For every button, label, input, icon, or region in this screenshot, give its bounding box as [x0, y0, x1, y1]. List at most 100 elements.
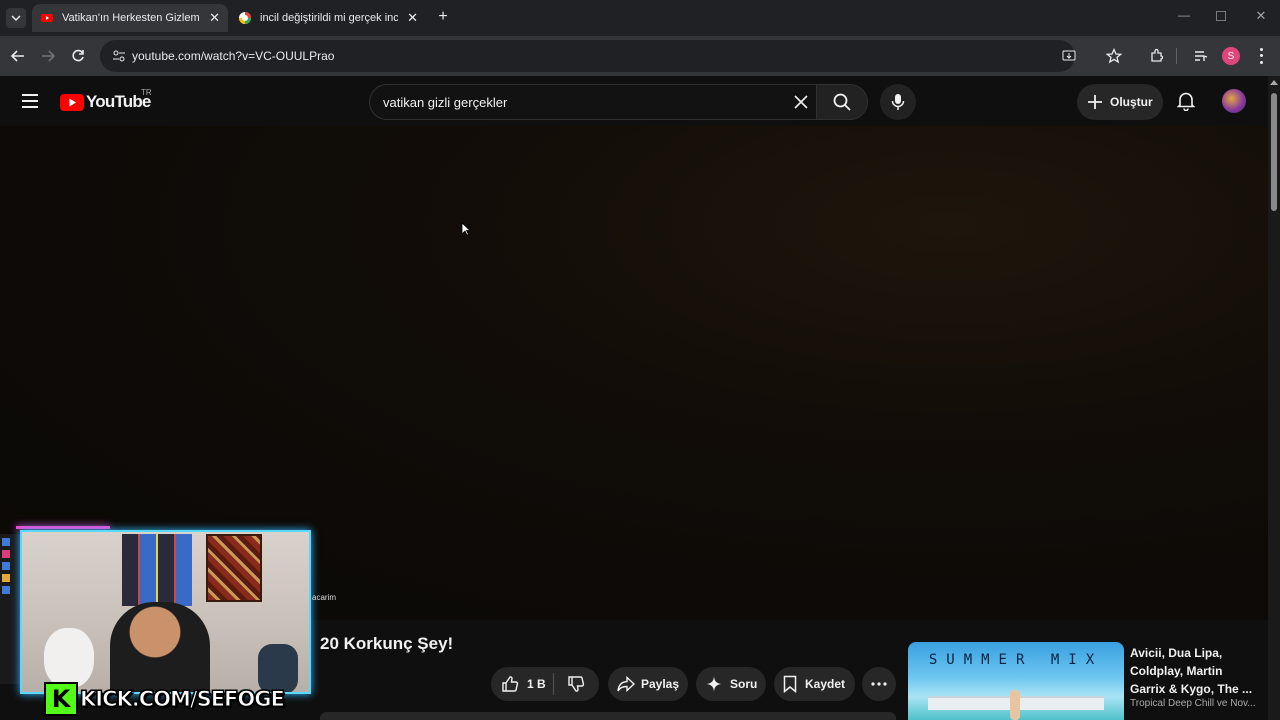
region-code: TR — [141, 88, 152, 97]
back-button[interactable] — [8, 46, 28, 66]
arrow-right-icon — [42, 50, 55, 62]
recommendation-thumbnail[interactable]: SUMMER MIX — [908, 642, 1124, 720]
kick-logo-icon: K — [44, 682, 78, 716]
url-text: youtube.com/watch?v=VC-OUULPrao — [132, 49, 335, 63]
description-box-edge — [320, 712, 896, 720]
recommendation-channel[interactable]: Tropical Deep Chill ve Nov... — [1130, 698, 1260, 709]
microphone-icon — [891, 94, 905, 110]
video-title-text: 20 Korkunç Şey! — [320, 634, 454, 653]
webcam-overlay — [20, 530, 311, 694]
account-avatar[interactable] — [1222, 89, 1246, 113]
tab-title: Vatikan'ın Herkesten Gizlemeye — [62, 12, 200, 24]
search-input[interactable]: vatikan gizli gerçekler — [369, 84, 817, 120]
close-tab-icon[interactable]: ✕ — [209, 10, 220, 26]
browser-tab-bar: Vatikan'ın Herkesten Gizlemeye ✕ incil d… — [0, 0, 1280, 36]
profile-avatar[interactable]: S — [1222, 47, 1240, 65]
more-horizontal-icon — [871, 682, 887, 686]
clear-search-icon[interactable] — [794, 95, 808, 109]
extensions-icon[interactable] — [1149, 48, 1165, 64]
stream-chat-strip — [0, 534, 20, 684]
ask-label: Soru — [730, 677, 758, 691]
hamburger-menu-button[interactable] — [22, 94, 38, 108]
tab-youtube[interactable]: Vatikan'ın Herkesten Gizlemeye ✕ — [32, 4, 228, 32]
streamer-person — [110, 602, 210, 692]
google-favicon-icon — [239, 12, 251, 24]
recommendation-item[interactable]: SUMMER MIX Avicii, Dua Lipa, Coldplay, M… — [908, 642, 1264, 720]
new-tab-button[interactable]: + — [434, 8, 452, 26]
site-info-icon[interactable] — [112, 49, 126, 63]
youtube-favicon-icon — [41, 14, 53, 22]
sparkle-icon — [706, 676, 722, 692]
like-dislike-group: 1 B — [491, 667, 599, 701]
browser-toolbar: youtube.com/watch?v=VC-OUULPrao S — [0, 36, 1280, 76]
mouse-cursor-icon — [461, 222, 471, 236]
like-button[interactable]: 1 B — [491, 675, 553, 693]
menu-dot — [1259, 47, 1263, 51]
close-window-button[interactable]: ✕ — [1253, 8, 1269, 24]
youtube-play-icon — [60, 93, 84, 111]
wall-posters — [122, 534, 192, 606]
notifications-bell-icon[interactable] — [1177, 91, 1195, 111]
ask-button[interactable]: Soru — [696, 667, 766, 701]
save-button[interactable]: Kaydet — [774, 667, 855, 701]
chat-badge — [2, 562, 10, 570]
search-icon — [833, 93, 851, 111]
create-label: Oluştur — [1110, 95, 1153, 109]
hamburger-line — [22, 94, 38, 96]
close-tab-icon[interactable]: ✕ — [407, 10, 418, 26]
youtube-logo[interactable]: YouTube TR — [60, 88, 152, 113]
tab-search-button[interactable] — [6, 8, 26, 28]
tab-google[interactable]: incil değiştirildi mi gerçek incil ✕ — [230, 4, 426, 32]
kick-banner: K KICK.COM/SEFOGE — [44, 682, 286, 716]
share-label: Paylaş — [641, 677, 680, 691]
chat-badge — [2, 586, 10, 594]
tab-title: incil değiştirildi mi gerçek incil — [260, 12, 398, 24]
save-label: Kaydet — [805, 677, 846, 691]
hamburger-line — [22, 106, 38, 108]
thumbs-down-icon — [568, 676, 585, 692]
scrollbar-thumb[interactable] — [1271, 93, 1277, 211]
reload-icon — [72, 49, 84, 62]
like-count: 1 B — [527, 677, 546, 691]
reload-button[interactable] — [68, 46, 88, 66]
arrow-left-icon — [11, 50, 24, 62]
bookmark-star-icon[interactable] — [1106, 48, 1122, 64]
bookmark-icon — [783, 675, 797, 693]
toolbar-divider — [1176, 48, 1177, 64]
scroll-up-arrow[interactable] — [1270, 80, 1278, 85]
voice-search-button[interactable] — [880, 84, 916, 120]
page-scrollbar[interactable] — [1268, 76, 1280, 720]
thumbs-up-icon — [502, 676, 519, 692]
plus-icon — [1088, 95, 1102, 109]
restore-button[interactable] — [1216, 11, 1226, 21]
webcam-glow-frame — [16, 526, 110, 529]
dislike-button[interactable] — [554, 675, 598, 693]
menu-dot — [1259, 54, 1263, 58]
teddy-bear — [44, 628, 94, 688]
forward-button[interactable] — [38, 46, 58, 66]
chat-fragment: acarim — [312, 593, 337, 602]
kick-url: KICK.COM/SEFOGE — [80, 687, 286, 712]
thumbnail-text: SUMMER MIX — [928, 652, 1104, 668]
chat-badge — [2, 538, 10, 546]
create-button[interactable]: Oluştur — [1077, 84, 1163, 120]
profile-initial: S — [1227, 50, 1235, 62]
menu-dot — [1259, 61, 1263, 65]
more-actions-button[interactable] — [862, 667, 896, 701]
install-app-icon[interactable] — [1061, 48, 1077, 64]
video-title: 20 Korkunç Şey! — [320, 634, 453, 654]
recommendation-title[interactable]: Avicii, Dua Lipa, Coldplay, Martin Garri… — [1130, 644, 1258, 698]
address-bar[interactable]: youtube.com/watch?v=VC-OUULPrao — [100, 40, 1077, 72]
youtube-masthead: YouTube TR vatikan gizli gerçekler Oluşt… — [0, 76, 1268, 126]
media-queue-icon[interactable] — [1193, 48, 1209, 64]
minimize-button[interactable]: — — [1176, 8, 1192, 24]
wall-rug — [206, 534, 262, 602]
search-query: vatikan gizli gerçekler — [383, 94, 508, 110]
search-button[interactable] — [816, 84, 868, 120]
chat-badge — [2, 550, 10, 558]
browser-menu-button[interactable] — [1258, 46, 1264, 66]
share-button[interactable]: Paylaş — [608, 667, 688, 701]
share-arrow-icon — [617, 676, 635, 692]
thumbnail-figure — [1010, 690, 1020, 720]
chat-badge — [2, 574, 10, 582]
